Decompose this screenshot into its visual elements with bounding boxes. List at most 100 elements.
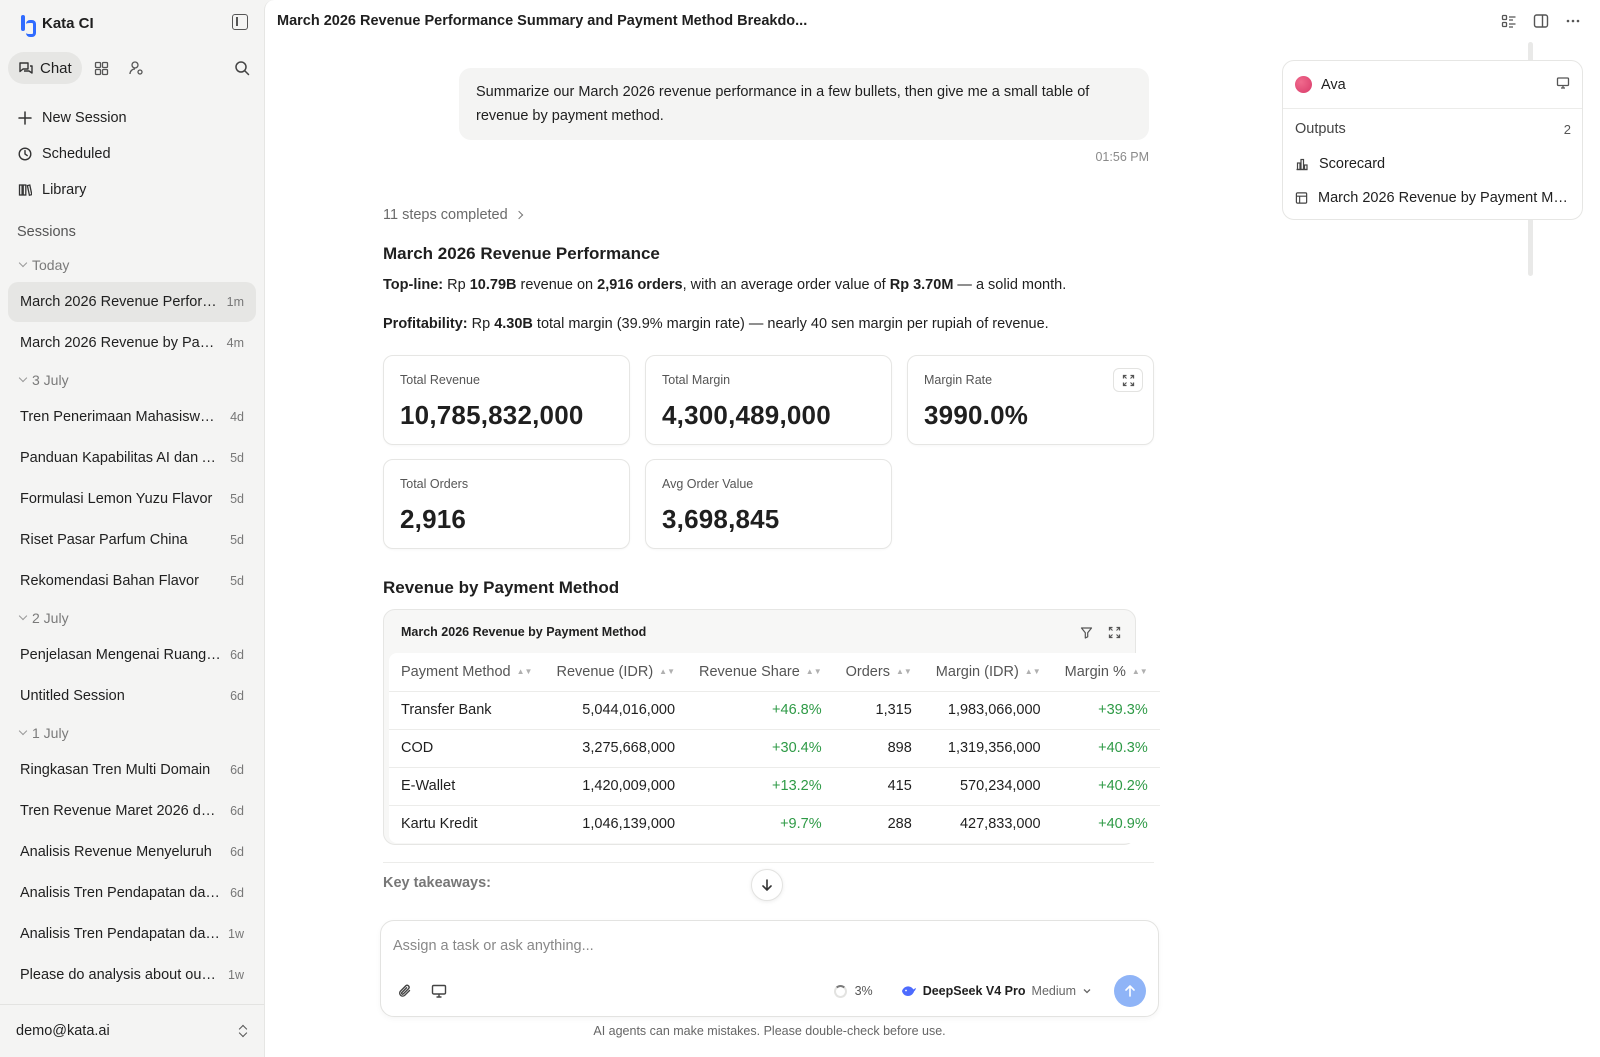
top-actions [1500,12,1582,30]
group-label: 2 July [32,610,69,626]
session-title: Analisis Tren Pendapatan dan Order [20,926,229,942]
section-heading: Revenue by Payment Method [383,578,620,597]
cell-margin: 570,234,000 [923,766,1053,805]
session-title: Tren Penerimaan Mahasiswa Baru [20,409,231,425]
table-row: COD 3,275,668,000 +30.4% 898 1,319,356,0… [389,728,1160,767]
group-2-july[interactable]: 2 July [18,610,69,626]
sort-icon: ▲▼ [659,667,676,677]
session-item[interactable]: Tren Revenue Maret 2026 dan Analisis6d [8,791,256,831]
cell-revenue: 1,046,139,000 [544,804,688,843]
col-header[interactable]: Revenue Share ▲▼ [687,653,834,691]
tab-agents[interactable] [122,54,150,82]
session-item[interactable]: Penjelasan Mengenai Ruang Lingkup6d [8,635,256,675]
cell-method: Transfer Bank [389,690,545,729]
kpi-label: Margin Rate [924,373,993,387]
cell-orders: 288 [833,804,924,843]
session-item[interactable]: Tren Penerimaan Mahasiswa Baru 4d [8,397,256,437]
session-item[interactable]: Riset Pasar Parfum China 5d [8,520,256,560]
chevron-down-icon [18,258,28,268]
account-switcher[interactable]: demo@kata.ai [0,1004,264,1057]
session-item[interactable]: Analisis Tren Pendapatan dan Margin6d [8,873,256,913]
session-title: Analisis Tren Pendapatan dan Margin [20,885,230,901]
composer-tools [397,983,447,1002]
output-item-table[interactable]: March 2026 Revenue by Payment Method [1295,185,1571,211]
group-1-july[interactable]: 1 July [18,725,69,741]
session-title: Please do analysis about our revenue [20,967,228,983]
topline-label: Top-line: [383,277,444,293]
chat-input[interactable] [393,935,1133,957]
tab-apps[interactable] [88,54,116,82]
monitor-icon[interactable] [1556,76,1570,93]
topline-orders: 2,916 orders [597,277,683,293]
session-time: 6d [230,648,244,662]
attach-icon[interactable] [397,983,413,1002]
clock-icon [18,147,32,161]
col-header[interactable]: Margin (IDR) ▲▼ [924,653,1053,691]
filter-icon[interactable] [1075,621,1097,643]
panel-toggle-icon[interactable] [1532,12,1550,30]
session-item[interactable]: March 2026 Revenue by Payment Method4m [8,323,256,363]
session-title: Panduan Kapabilitas AI dan Agen [20,450,231,466]
user-message: Summarize our March 2026 revenue perform… [459,68,1149,140]
table-header-row: Payment Method ▲▼ Revenue (IDR) ▲▼ Revenue… [389,653,1160,691]
library-icon [18,184,32,196]
cell-revenue: 1,420,009,000 [544,766,688,805]
session-title: Penjelasan Mengenai Ruang Lingkup [20,647,230,663]
cell-margin-pct: +39.3% [1052,690,1160,729]
session-item[interactable]: Analisis Tren Pendapatan dan Order1w [8,914,256,954]
session-item[interactable]: Formulasi Lemon Yuzu Flavor 5d [8,479,256,519]
sidebar-tabbar: Chat [8,52,256,84]
col-header[interactable]: Orders ▲▼ [834,653,924,691]
new-session-button[interactable]: New Session [8,103,256,133]
computer-icon[interactable] [431,983,447,1002]
cell-margin-pct: +40.9% [1052,804,1160,843]
session-time: 6d [230,689,244,703]
kpi-card-total-margin: Total Margin 4,300,489,000 [645,355,892,445]
group-today[interactable]: Today [18,257,69,273]
send-button[interactable] [1114,975,1146,1007]
brand[interactable]: Kata CI [20,12,94,37]
tab-chat[interactable]: Chat [8,52,82,84]
steps-label: 11 steps completed [383,207,508,223]
col-header[interactable]: Margin % ▲▼ [1053,653,1160,691]
session-item[interactable]: Untitled Session 6d [8,676,256,716]
model-effort: Medium [1031,984,1076,998]
context-usage[interactable]: 3% [833,984,873,998]
library-button[interactable]: Library [8,175,256,205]
sidebar-toggle-icon[interactable] [232,14,248,30]
col-header[interactable]: Payment Method ▲▼ [389,653,544,691]
session-item[interactable]: Panduan Kapabilitas AI dan Agen 5d [8,438,256,478]
output-item-label: March 2026 Revenue by Payment Method [1318,190,1571,206]
kpi-value: 3990.0% [924,400,1029,430]
profitability-paragraph: Profitability: Rp 4.30B total margin (39… [383,316,1049,332]
cell-margin: 427,833,000 [923,804,1053,843]
output-item-scorecard[interactable]: Scorecard [1295,151,1571,177]
search-button[interactable] [228,54,256,82]
steps-toggle[interactable]: 11 steps completed [383,207,523,223]
outputs-label: Outputs [1295,121,1346,137]
expand-button[interactable] [1113,368,1143,392]
cell-share: +30.4% [687,728,834,767]
session-time: 6d [230,804,244,818]
sort-icon: ▲▼ [516,667,533,677]
plus-icon [18,111,32,125]
scroll-to-bottom-button[interactable] [751,869,783,901]
model-selector[interactable]: DeepSeek V4 Pro Medium [901,984,1092,998]
scheduled-button[interactable]: Scheduled [8,139,256,169]
session-item-active[interactable]: March 2026 Revenue Performance Summary1m [8,282,256,322]
context-ring-icon [833,984,847,998]
list-view-icon[interactable] [1500,12,1518,30]
session-item[interactable]: Rekomendasi Bahan Flavor 5d [8,561,256,601]
cell-margin-pct: +40.3% [1052,728,1160,767]
output-item-label: Scorecard [1319,156,1386,172]
group-3-july[interactable]: 3 July [18,372,69,388]
kpi-label: Total Revenue [400,373,480,387]
col-header[interactable]: Revenue (IDR) ▲▼ [544,653,687,691]
session-time: 6d [230,763,244,777]
session-item[interactable]: Analisis Revenue Menyeluruh 6d [8,832,256,872]
expand-icon[interactable] [1103,621,1125,643]
session-item[interactable]: Please do analysis about our revenue1w [8,955,256,995]
session-item[interactable]: Ringkasan Tren Multi Domain 6d [8,750,256,790]
more-icon[interactable] [1564,12,1582,30]
session-title: Tren Revenue Maret 2026 dan Analisis [20,803,230,819]
